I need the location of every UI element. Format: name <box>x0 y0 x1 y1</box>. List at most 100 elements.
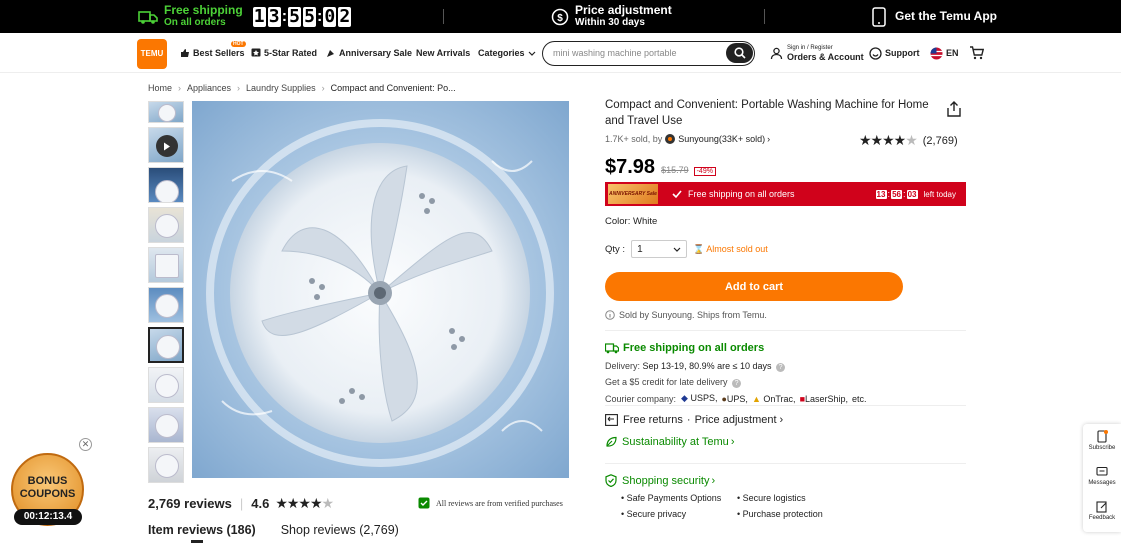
add-to-cart-button[interactable]: Add to cart <box>605 272 903 301</box>
message-icon <box>1096 466 1108 476</box>
help-icon[interactable]: ? <box>732 379 742 388</box>
countdown-digit: 0 <box>323 5 337 27</box>
bonus-timer: 00:12:13.4 <box>14 509 82 525</box>
price-adjustment-banner[interactable]: $ Price adjustment Within 30 days <box>550 0 672 33</box>
logo-text: TEMU <box>140 49 164 58</box>
divider <box>605 463 966 464</box>
security-item: • Purchase protection <box>737 509 823 519</box>
help-icon[interactable]: ? <box>776 363 786 372</box>
support-link[interactable]: Support <box>869 33 920 73</box>
search-input[interactable]: mini washing machine portable <box>553 48 677 58</box>
price-adjustment-title: Price adjustment <box>575 3 672 17</box>
chevron-right-icon: › <box>711 474 716 487</box>
countdown-digit: 5 <box>288 5 302 27</box>
nav-anniversary-sale[interactable]: Anniversary Sale <box>326 33 412 73</box>
get-app-label: Get the Temu App <box>895 9 997 23</box>
promo-banner[interactable]: ANNIVERSARY Sale Free shipping on all or… <box>605 182 966 206</box>
side-floating-panel: Subscribe Messages Feedback <box>1083 424 1121 532</box>
sustainability-link[interactable]: Sustainability at Temu › <box>605 436 734 448</box>
product-thumbnail-selected[interactable] <box>148 327 184 363</box>
almost-text: Almost sold out <box>706 243 768 254</box>
breadcrumb-home[interactable]: Home <box>148 83 172 93</box>
get-app-banner[interactable]: Get the Temu App <box>871 0 997 33</box>
rating-stars-icon: ★★★★★ <box>275 495 334 511</box>
courier-ontrac: ▲ OnTrac, <box>751 393 796 404</box>
video-thumbnail[interactable] <box>148 127 184 163</box>
promo-seconds: 03 <box>906 189 918 199</box>
courier-usps: ◆ USPS, <box>681 393 718 403</box>
dot-separator: · <box>686 414 691 426</box>
return-box-icon <box>605 414 618 426</box>
breadcrumb-appliances[interactable]: Appliances <box>187 83 231 93</box>
breadcrumb-laundry[interactable]: Laundry Supplies <box>246 83 316 93</box>
hot-badge: HOT <box>231 41 246 47</box>
phone-icon <box>872 6 886 27</box>
verified-check-icon <box>418 497 430 509</box>
top-promo-bar: Free shipping On all orders 1 3 : 5 5 : … <box>0 0 1121 33</box>
share-button[interactable] <box>946 101 962 120</box>
tab-item-reviews[interactable]: Item reviews (186) <box>148 523 256 537</box>
account-menu[interactable]: Sign in / Register Orders & Account <box>770 44 864 62</box>
messages-button[interactable]: Messages <box>1083 466 1121 486</box>
security-item-text: Secure privacy <box>626 509 687 519</box>
security-item: • Safe Payments Options <box>621 493 722 503</box>
shopping-security-link[interactable]: Shopping security › <box>605 474 715 487</box>
product-thumbnail[interactable] <box>148 207 184 243</box>
free-returns-row[interactable]: Free returns · Price adjustment › <box>605 414 783 426</box>
current-price: $7.98 <box>605 156 656 178</box>
main-product-image[interactable] <box>192 101 569 478</box>
free-shipping-link[interactable]: Free shipping on all orders <box>605 342 764 354</box>
bookmark-icon <box>1097 430 1108 443</box>
tab-shop-reviews[interactable]: Shop reviews (2,769) <box>281 523 399 537</box>
reviews-count: 2,769 reviews <box>148 496 232 511</box>
search-icon <box>733 47 746 59</box>
breadcrumb: Home › Appliances › Laundry Supplies › C… <box>148 83 456 93</box>
subscribe-button[interactable]: Subscribe <box>1083 430 1121 451</box>
nav-best-sellers[interactable]: Best Sellers <box>180 33 245 73</box>
color-value: White <box>632 216 658 227</box>
security-item: • Secure logistics <box>737 493 806 503</box>
product-thumbnail[interactable] <box>148 447 184 483</box>
product-thumbnail[interactable] <box>148 407 184 443</box>
security-item-text: Purchase protection <box>742 509 823 519</box>
product-title: Compact and Convenient: Portable Washing… <box>605 99 929 127</box>
breadcrumb-separator: › <box>237 83 241 93</box>
product-thumbnail[interactable] <box>148 287 184 323</box>
nav-5-star-rated[interactable]: 5-Star Rated <box>251 33 317 73</box>
courier-lasership: ■LaserShip, <box>799 393 849 404</box>
party-icon <box>327 50 334 57</box>
rating-summary[interactable]: ★★★★★ (2,769) <box>859 132 958 149</box>
promo-countdown: 13: 56: 03 left today <box>875 189 956 199</box>
search-bar[interactable]: mini washing machine portable <box>542 41 755 66</box>
feedback-button[interactable]: Feedback <box>1083 501 1121 521</box>
promo-minutes: 56 <box>891 189 903 199</box>
close-icon[interactable]: ✕ <box>79 438 92 451</box>
courier-row: Courier company: ◆ USPS, ●UPS, ▲ OnTrac,… <box>605 393 867 404</box>
nav-categories[interactable]: Categories <box>478 33 539 73</box>
verified-note: All reviews are from verified purchases <box>418 497 563 509</box>
bonus-coupon-text: BONUS COUPONS <box>11 475 84 501</box>
product-thumbnail[interactable] <box>148 367 184 403</box>
nav-new-arrivals[interactable]: New Arrivals <box>416 33 470 73</box>
promo-text: Free shipping on all orders <box>688 189 795 199</box>
divider <box>605 405 966 406</box>
sold-by-info: Sold by Sunyoung. Ships from Temu. <box>605 310 767 320</box>
product-thumbnail[interactable] <box>148 167 184 203</box>
product-thumbnail[interactable] <box>148 101 184 123</box>
courier-name: LaserShip, <box>805 393 849 404</box>
free-shipping-banner[interactable]: Free shipping On all orders 1 3 : 5 5 : … <box>138 0 353 33</box>
quantity-select[interactable]: 1 <box>631 240 688 258</box>
divider: | <box>239 496 244 511</box>
store-link[interactable]: Sunyoung(33K+ sold) <box>678 134 765 144</box>
support-label: Support <box>885 48 920 58</box>
nav-label: Anniversary Sale <box>339 48 413 58</box>
language-selector[interactable]: EN <box>930 33 959 73</box>
cart-button[interactable] <box>969 33 987 73</box>
nav-label: New Arrivals <box>416 48 471 58</box>
search-button[interactable] <box>726 43 753 63</box>
review-tabs: Item reviews (186) Shop reviews (2,769) <box>148 523 399 537</box>
product-thumbnail[interactable] <box>148 247 184 283</box>
temu-logo[interactable]: TEMU <box>137 39 167 69</box>
divider <box>764 9 765 24</box>
qty-label: Qty : <box>605 243 626 255</box>
